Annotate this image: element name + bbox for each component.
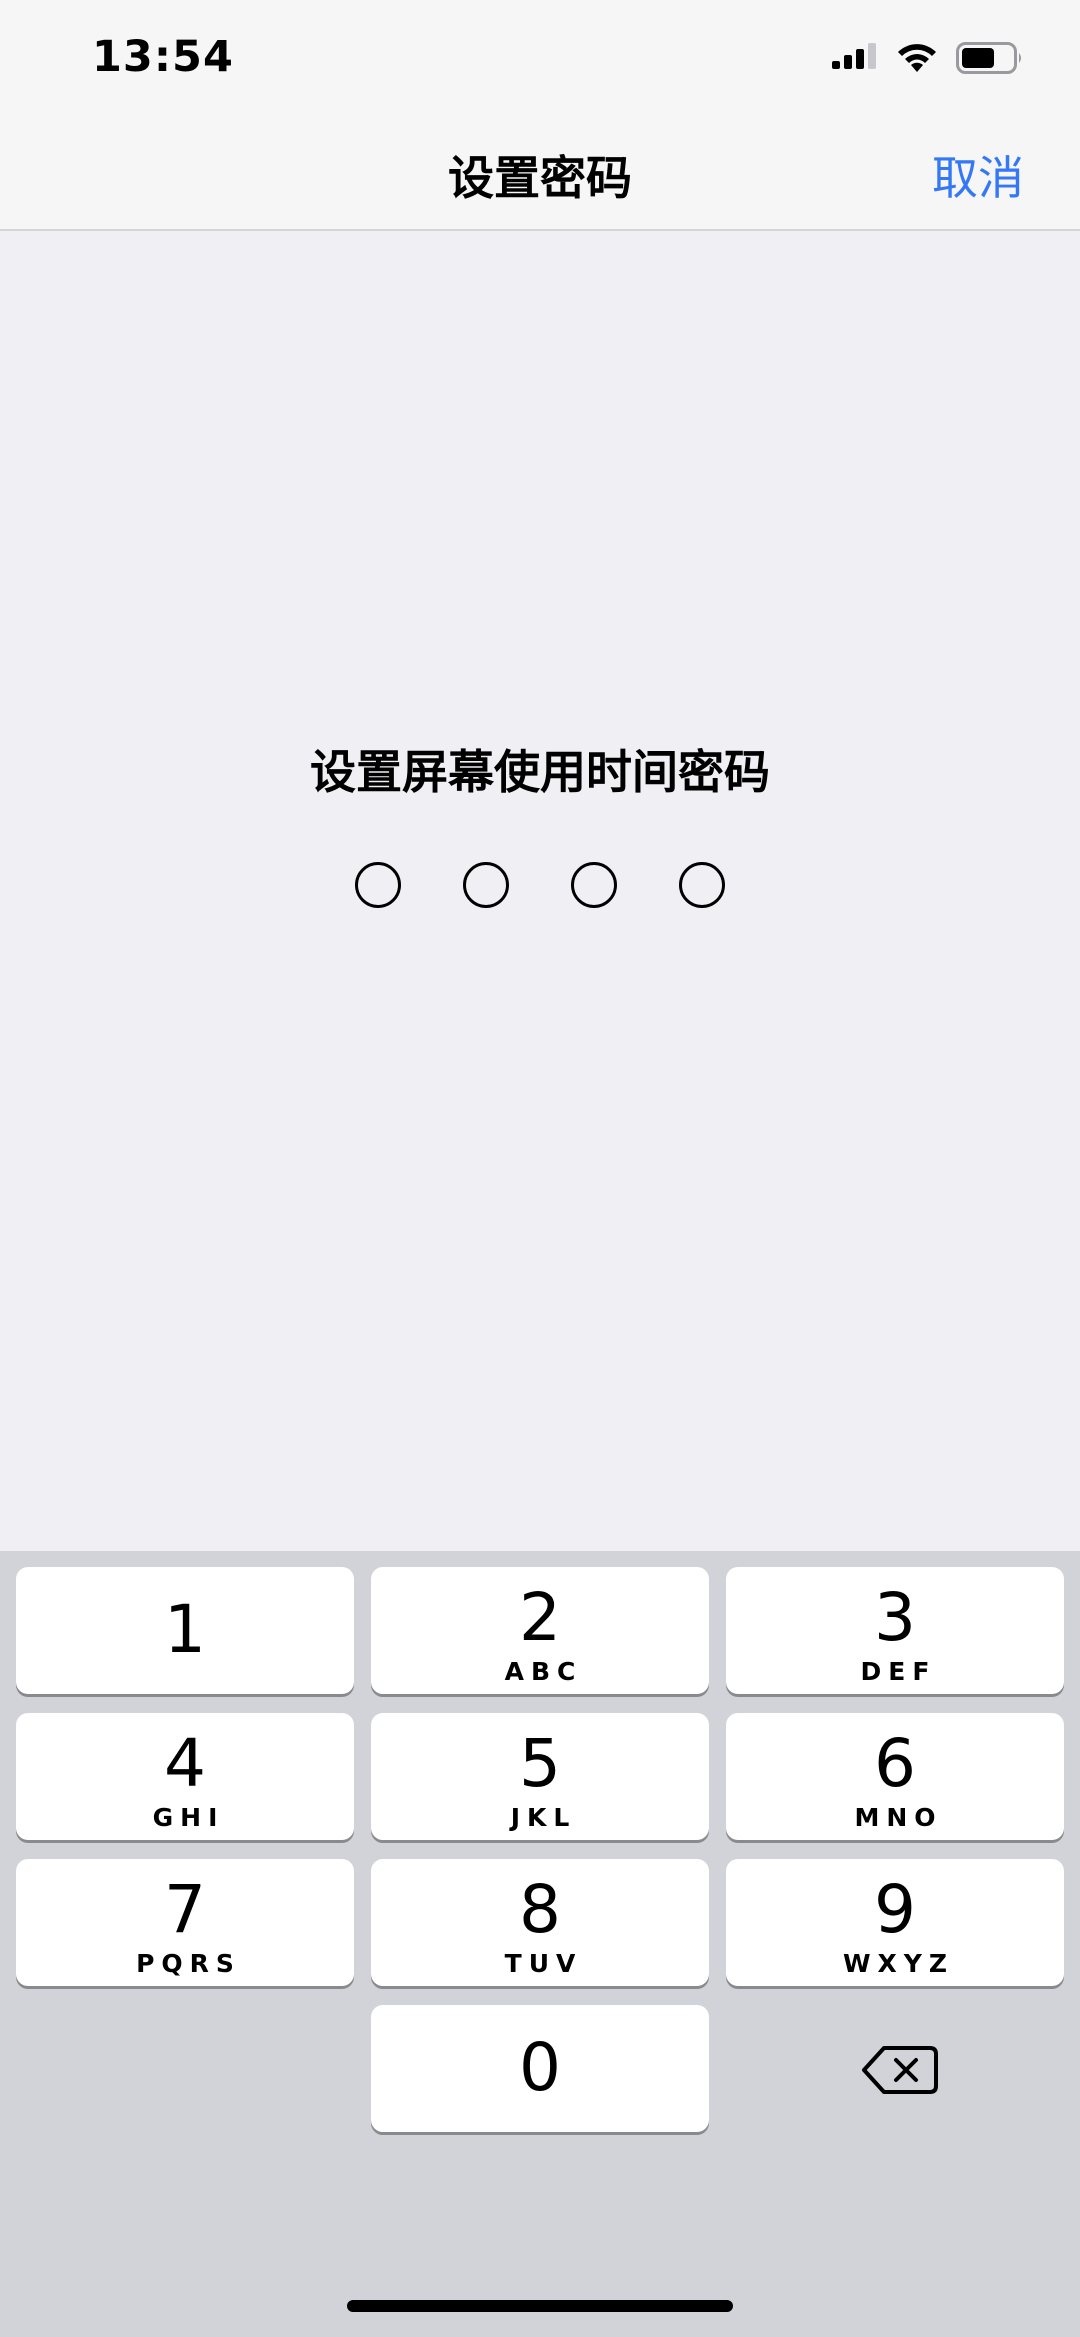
passcode-dots xyxy=(0,862,1080,908)
key-letters: MNO xyxy=(854,1803,943,1832)
key-letters: JKL xyxy=(510,1803,577,1832)
key-6[interactable]: 6 MNO xyxy=(726,1713,1064,1840)
key-digit: 8 xyxy=(519,1871,561,1948)
key-letters: DEF xyxy=(860,1657,937,1686)
key-2[interactable]: 2 ABC xyxy=(371,1567,709,1694)
passcode-prompt: 设置屏幕使用时间密码 xyxy=(310,745,770,799)
key-letters: ABC xyxy=(504,1657,583,1686)
key-digit: 0 xyxy=(519,2029,561,2106)
passcode-dot xyxy=(463,862,509,908)
key-digit: 5 xyxy=(519,1725,561,1802)
passcode-dot xyxy=(355,862,401,908)
passcode-dot xyxy=(571,862,617,908)
key-digit: 7 xyxy=(164,1871,206,1948)
key-letters: WXYZ xyxy=(842,1949,955,1978)
key-8[interactable]: 8 TUV xyxy=(371,1859,709,1986)
nav-bar: 设置密码 取消 xyxy=(0,118,1080,231)
key-digit: 2 xyxy=(519,1579,561,1656)
key-letters: TUV xyxy=(504,1949,583,1978)
key-digit: 3 xyxy=(874,1579,916,1656)
wifi-icon xyxy=(898,44,936,72)
key-7[interactable]: 7 PQRS xyxy=(16,1859,354,1986)
home-indicator xyxy=(347,2300,733,2312)
key-4[interactable]: 4 GHI xyxy=(16,1713,354,1840)
battery-icon xyxy=(956,42,1021,74)
cancel-button[interactable]: 取消 xyxy=(932,142,1024,208)
key-letters: GHI xyxy=(152,1803,225,1832)
cellular-signal-icon xyxy=(832,43,876,69)
key-1[interactable]: 1 xyxy=(16,1567,354,1694)
key-3[interactable]: 3 DEF xyxy=(726,1567,1064,1694)
key-digit: 4 xyxy=(164,1725,206,1802)
status-time: 13:54 xyxy=(92,32,234,82)
numeric-keypad: 1 2 ABC 3 DEF 4 GHI 5 JKL 6 MNO 7 PQRS 8… xyxy=(0,1551,1080,2337)
passcode-content: 设置屏幕使用时间密码 xyxy=(0,231,1080,1551)
status-bar: 13:54 xyxy=(0,0,1080,118)
key-digit: 6 xyxy=(874,1725,916,1802)
key-0[interactable]: 0 xyxy=(371,2005,709,2132)
backspace-icon[interactable] xyxy=(860,2040,940,2100)
key-9[interactable]: 9 WXYZ xyxy=(726,1859,1064,1986)
page-title: 设置密码 xyxy=(448,151,632,205)
key-digit: 1 xyxy=(164,1591,206,1668)
key-digit: 9 xyxy=(874,1871,916,1948)
key-5[interactable]: 5 JKL xyxy=(371,1713,709,1840)
status-icons xyxy=(832,38,1024,78)
passcode-dot xyxy=(679,862,725,908)
key-letters: PQRS xyxy=(136,1949,241,1978)
